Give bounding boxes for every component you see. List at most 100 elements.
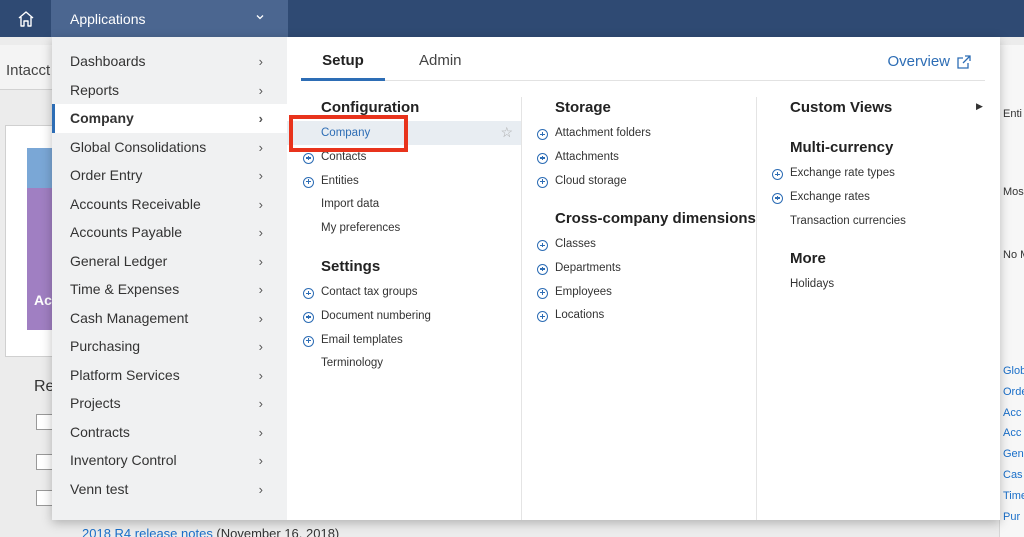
background-right-link[interactable]: Time [1003,490,1024,502]
menu-item-label: Reports [70,81,120,98]
background-right-link[interactable]: Acc [1003,407,1021,419]
add-icon[interactable] [303,335,314,347]
caret-right-icon: ▶ [976,101,983,111]
chevron-right-icon: › [258,82,263,98]
menu-item-accounts-receivable[interactable]: Accounts Receivable › [52,190,287,219]
menu-item-venn-test[interactable]: Venn test › [52,475,287,504]
menu-item-label: Dashboards [70,53,146,70]
background-right-link[interactable]: Cas [1003,469,1023,481]
menu-item-order-entry[interactable]: Order Entry › [52,161,287,190]
tab-admin[interactable]: Admin [419,51,462,81]
link-attachment-folders[interactable]: Attachment folders [555,127,651,139]
menu-item-global-consolidations[interactable]: Global Consolidations › [52,133,287,162]
menu-item-projects[interactable]: Projects › [52,389,287,418]
release-notes-item: 2018 R4 release notes (November 16, 2018… [82,526,339,537]
add-icon[interactable] [772,169,783,180]
link-classes[interactable]: Classes [555,238,596,250]
menu-item-label: Cash Management [70,309,189,326]
custom-views-heading[interactable]: Custom Views [790,99,892,116]
link-exchange-rate-types[interactable]: Exchange rate types [790,167,895,179]
link-terminology[interactable]: Terminology [321,357,383,369]
background-right-link[interactable]: Gen [1003,448,1024,460]
highlight-annotation-box [289,115,408,152]
background-right-link[interactable]: Acc [1003,427,1021,439]
home-button[interactable] [0,0,52,37]
link-cloud-storage[interactable]: Cloud storage [555,175,627,187]
add-icon[interactable] [303,176,314,188]
tab-setup[interactable]: Setup [301,51,385,81]
menu-item-purchasing[interactable]: Purchasing › [52,332,287,361]
link-entities[interactable]: Entities [321,175,359,187]
add-icon[interactable] [772,192,783,204]
background-banner-text: Ac [34,292,52,308]
menu-item-label: Projects [70,395,121,412]
overview-link[interactable]: Overview [887,53,972,70]
background-right-text: Mos [1003,186,1024,198]
menu-item-label: Contracts [70,423,130,440]
more-heading: More [790,250,826,267]
menu-item-dashboards[interactable]: Dashboards › [52,47,287,76]
menu-item-time-expenses[interactable]: Time & Expenses › [52,275,287,304]
home-icon [18,10,33,27]
link-departments[interactable]: Departments [555,262,621,274]
menu-item-platform-services[interactable]: Platform Services › [52,361,287,390]
link-import-data[interactable]: Import data [321,198,379,210]
menu-item-label: Platform Services [70,366,180,383]
add-icon[interactable] [537,152,548,164]
menu-item-cash-management[interactable]: Cash Management › [52,304,287,333]
link-contacts[interactable]: Contacts [321,151,366,163]
release-notes-link[interactable]: 2018 R4 release notes [82,526,213,537]
add-icon[interactable] [303,152,314,164]
menu-item-inventory-control[interactable]: Inventory Control › [52,446,287,475]
storage-heading: Storage [555,99,611,116]
chevron-right-icon: › [258,481,263,497]
link-employees[interactable]: Employees [555,286,612,298]
add-icon[interactable] [537,311,548,323]
link-holidays[interactable]: Holidays [790,278,834,290]
add-icon[interactable] [303,288,314,299]
applications-menu-button[interactable]: Applications [52,0,288,37]
add-icon[interactable] [537,240,548,251]
menu-item-contracts[interactable]: Contracts › [52,418,287,447]
star-icon[interactable]: ☆ [500,124,513,141]
applications-label: Applications [70,10,146,27]
link-contact-tax-groups[interactable]: Contact tax groups [321,286,418,298]
menu-item-label: Global Consolidations [70,138,207,155]
link-email-templates[interactable]: Email templates [321,334,403,346]
chevron-right-icon: › [258,54,263,69]
overview-label: Overview [887,53,950,70]
add-icon[interactable] [537,263,548,275]
menu-item-reports[interactable]: Reports › [52,76,287,105]
top-navigation-bar: Applications [0,0,1024,37]
link-my-preferences[interactable]: My preferences [321,222,400,234]
add-icon[interactable] [537,287,548,299]
menu-item-label: Purchasing [70,338,141,355]
cross-company-dimensions-heading: Cross-company dimensions [555,210,756,227]
chevron-right-icon: › [258,253,263,269]
chevron-down-icon [256,15,264,20]
chevron-right-icon: › [258,225,263,240]
menu-item-accounts-payable[interactable]: Accounts Payable › [52,218,287,247]
link-document-numbering[interactable]: Document numbering [321,310,431,322]
link-attachments[interactable]: Attachments [555,151,619,163]
menu-item-company[interactable]: Company › [52,104,287,133]
chevron-right-icon: › [258,453,263,468]
background-banner-accent [27,148,55,188]
link-transaction-currencies[interactable]: Transaction currencies [790,215,906,227]
menu-item-general-ledger[interactable]: General Ledger › [52,247,287,276]
chevron-right-icon: › [258,424,263,440]
link-locations[interactable]: Locations [555,309,604,321]
background-right-link[interactable]: Pur [1003,511,1020,523]
menu-item-label: Company [70,110,134,127]
background-right-link[interactable]: Glob [1003,365,1024,377]
settings-heading: Settings [321,258,381,275]
add-icon[interactable] [537,129,548,140]
add-icon[interactable] [537,176,548,188]
background-right-link[interactable]: Orde [1003,386,1024,398]
link-exchange-rates[interactable]: Exchange rates [790,191,870,203]
menu-item-label: General Ledger [70,252,168,269]
menu-item-label: Order Entry [70,167,143,184]
add-icon[interactable] [303,311,314,323]
company-submenu: Setup Admin Overview ☆ Configuration Com… [287,37,1000,520]
multi-currency-heading: Multi-currency [790,139,894,156]
